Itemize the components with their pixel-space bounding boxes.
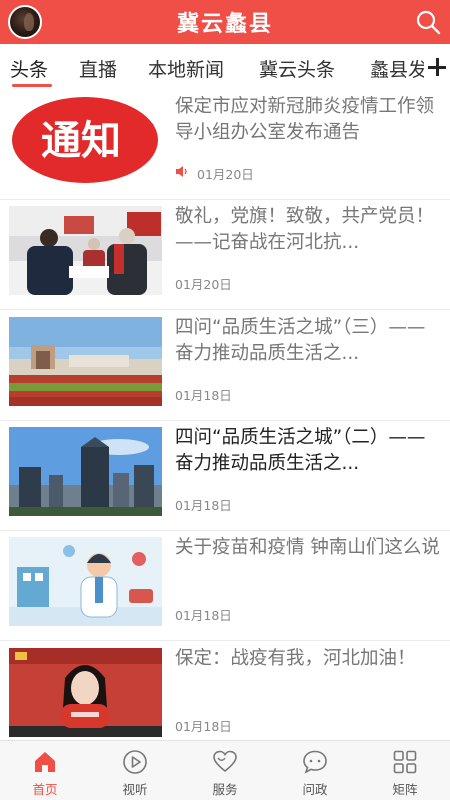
tabbar-item-matrix[interactable]: 矩阵	[360, 741, 450, 800]
news-title: 关于疫苗和疫情 钟南山们这么说	[175, 537, 440, 558]
tab-local-news[interactable]: 本地新闻	[148, 55, 224, 82]
news-thumbnail	[9, 427, 162, 516]
news-title: 敬礼，党旗！致敬，共产党员！——记奋战在河北抗...	[175, 206, 435, 253]
news-item[interactable]: 关于疫苗和疫情 钟南山们这么说 01月18日	[0, 531, 450, 641]
tabbar-item-service[interactable]: 服务	[180, 741, 270, 800]
tabbar-item-inquiry[interactable]: 问政	[270, 741, 360, 800]
active-tab-indicator	[12, 84, 52, 87]
tab-live[interactable]: 直播	[79, 55, 117, 82]
tabbar-item-home[interactable]: 首页	[0, 741, 90, 800]
plus-icon[interactable]	[424, 44, 450, 90]
speaker-icon[interactable]	[175, 165, 189, 178]
tab-jiyun-headlines[interactable]: 冀云头条	[259, 55, 335, 82]
top-bar: 冀云蠡县	[0, 0, 450, 44]
chat-icon	[303, 750, 327, 774]
heart-icon	[213, 750, 237, 773]
news-title: 保定：战疫有我，河北加油！	[175, 648, 416, 669]
news-thumbnail	[9, 317, 162, 406]
category-tabs: 头条 直播 本地新闻 冀云头条 蠡县发	[0, 44, 450, 90]
news-thumbnail	[9, 648, 162, 737]
news-title: 保定市应对新冠肺炎疫情工作领导小组办公室发布通告	[175, 96, 435, 143]
news-thumbnail: 通知	[9, 96, 162, 185]
search-icon[interactable]	[414, 8, 442, 36]
grid-icon	[393, 750, 417, 774]
app-title: 冀云蠡县	[176, 12, 273, 37]
tabbar-item-media[interactable]: 视听	[90, 741, 180, 800]
news-item[interactable]: 保定：战疫有我，河北加油！ 01月18日	[0, 642, 450, 752]
news-date: 01月18日	[175, 498, 232, 513]
tabbar-label: 服务	[212, 782, 238, 797]
play-icon	[123, 750, 147, 774]
news-date: 01月18日	[175, 608, 232, 623]
news-thumbnail	[9, 537, 162, 626]
news-title: 四问“品质生活之城”（二）——奋力推动品质生活之...	[175, 427, 426, 474]
tabbar-label: 问政	[302, 782, 328, 797]
bottom-tab-bar: 首页 视听 服务 问政 矩阵	[0, 740, 450, 800]
news-date: 01月20日	[175, 277, 232, 292]
news-item[interactable]: 四问“品质生活之城”（二）——奋力推动品质生活之... 01月18日	[0, 421, 450, 531]
tabbar-label: 矩阵	[392, 782, 418, 797]
thumbnail-notice-text: 通知	[41, 118, 121, 164]
tab-headlines[interactable]: 头条	[10, 55, 48, 82]
news-thumbnail	[9, 206, 162, 295]
news-date: 01月18日	[175, 719, 232, 734]
home-icon	[35, 752, 55, 772]
news-item[interactable]: 敬礼，党旗！致敬，共产党员！——记奋战在河北抗... 01月20日	[0, 200, 450, 310]
tabbar-label: 视听	[122, 782, 148, 797]
news-item[interactable]: 通知 保定市应对新冠肺炎疫情工作领导小组办公室发布通告 01月20日	[0, 90, 450, 200]
tab-lixian[interactable]: 蠡县发	[370, 55, 427, 82]
news-item[interactable]: 四问“品质生活之城”（三）——奋力推动品质生活之... 01月18日	[0, 311, 450, 421]
news-date: 01月18日	[175, 388, 232, 403]
news-date: 01月20日	[197, 167, 254, 182]
tabbar-label: 首页	[32, 782, 58, 797]
news-title: 四问“品质生活之城”（三）——奋力推动品质生活之...	[175, 317, 426, 364]
